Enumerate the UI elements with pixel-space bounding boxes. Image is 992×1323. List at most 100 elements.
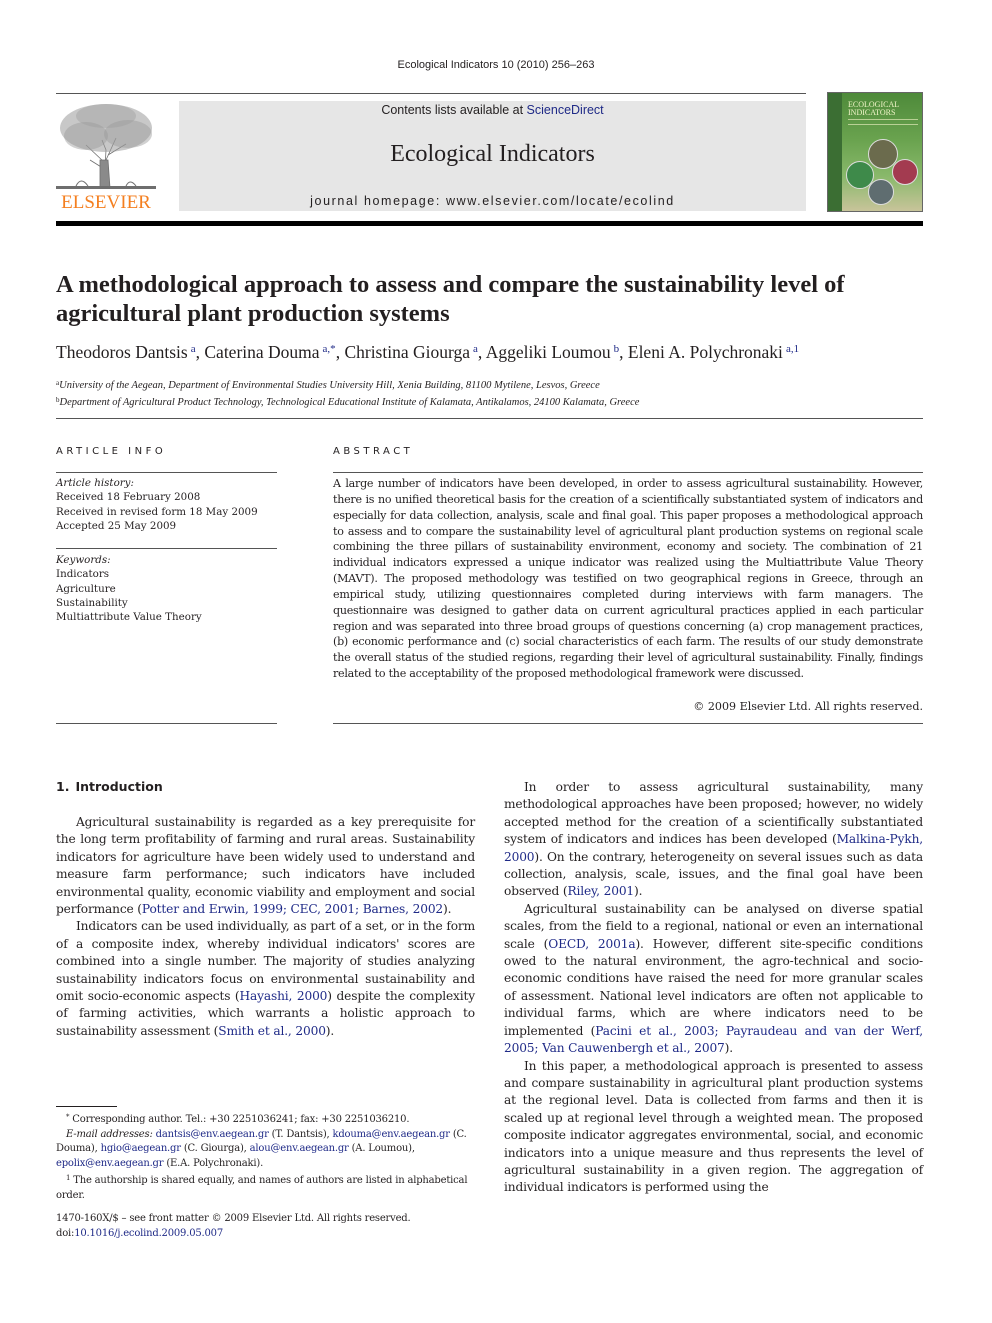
email-link[interactable]: dantsis@env.aegean.gr (156, 1129, 269, 1140)
email-link[interactable]: alou@env.aegean.gr (250, 1143, 349, 1154)
authorship-note: The authorship is shared equally, and na… (56, 1175, 468, 1201)
cover-title-line2: INDICATORS (848, 108, 896, 117)
journal-name: Ecological Indicators (390, 141, 595, 167)
citation-link[interactable]: Riley, 2001 (567, 884, 634, 898)
author-affiliation-mark[interactable]: a (473, 343, 478, 355)
paragraph-text: ). (724, 1041, 734, 1056)
divider (56, 472, 277, 473)
author-name: Christina Giourga (344, 342, 471, 362)
affiliations: aUniversity of the Aegean, Department of… (56, 376, 926, 410)
journal-masthead: Contents lists available at ScienceDirec… (179, 101, 806, 211)
article-title: A methodological approach to assess and … (56, 271, 845, 327)
section-heading-introduction: 1. Introduction (56, 779, 163, 794)
citation-link[interactable]: Hayashi, 2000 (240, 989, 328, 1003)
email-link[interactable]: kdouma@env.aegean.gr (333, 1129, 451, 1140)
doi-link[interactable]: 10.1016/j.ecolind.2009.05.007 (74, 1228, 223, 1239)
contents-prefix: Contents lists available at (381, 103, 527, 117)
affiliation-text: University of the Aegean, Department of … (59, 380, 600, 391)
header-thick-rule (56, 221, 923, 226)
elsevier-wordmark: ELSEVIER (61, 192, 151, 213)
history-revised: Received in revised form 18 May 2009 (56, 505, 258, 518)
paragraph-text: ). (634, 884, 643, 899)
author-affiliation-mark[interactable]: a (191, 343, 196, 355)
author-name: Aggeliki Loumou (485, 342, 611, 362)
email-label: E-mail addresses: (66, 1128, 153, 1140)
keyword: Multiattribute Value Theory (56, 611, 202, 624)
journal-homepage: journal homepage: www.elsevier.com/locat… (179, 194, 806, 208)
section-number: 1. (56, 779, 70, 794)
citation-link[interactable]: OECD, 2001a (548, 937, 635, 951)
doi-line: doi:10.1016/j.ecolind.2009.05.007 (56, 1227, 475, 1242)
article-history-label: Article history: (56, 477, 134, 489)
email-owner: (E.A. Polychronaki). (166, 1157, 264, 1169)
doi-prefix: doi: (56, 1227, 75, 1239)
footnote-emails: E-mail addresses: dantsis@env.aegean.gr … (56, 1128, 467, 1169)
footnote-mark: 1 (66, 1174, 71, 1182)
article-info-heading: ARTICLE INFO (56, 446, 167, 457)
article-history: Article history: Received 18 February 20… (56, 476, 277, 533)
cover-spine (828, 93, 842, 211)
author-affiliation-mark[interactable]: b (614, 343, 620, 355)
author-affiliation-mark[interactable]: a,* (323, 343, 336, 355)
abstract-text: A large number of indicators have been d… (333, 477, 923, 681)
author-list: Theodoros Dantsis a, Caterina Douma a,*, C… (56, 342, 800, 362)
elsevier-logo[interactable]: ELSEVIER (56, 100, 156, 214)
keyword: Sustainability (56, 596, 128, 609)
cover-subtitle (848, 119, 918, 125)
body-column-right: In order to assess agricultural sustaina… (504, 779, 923, 1197)
email-owner: (C. Giourga) (183, 1143, 244, 1154)
paragraph-text: ). (325, 1023, 335, 1038)
divider (333, 723, 923, 724)
keyword: Indicators (56, 568, 110, 581)
divider (333, 472, 923, 473)
body-paragraph: Agricultural sustainability is regarded … (56, 814, 475, 918)
abstract-copyright: © 2009 Elsevier Ltd. All rights reserved… (693, 700, 923, 713)
body-paragraph: In this paper, a methodological approach… (504, 1058, 923, 1197)
email-link[interactable]: epolix@env.aegean.gr (56, 1158, 164, 1169)
section-title: Introduction (75, 779, 163, 794)
keywords: Keywords: Indicators Agriculture Sustain… (56, 553, 277, 624)
email-owner: (A. Loumou) (351, 1143, 412, 1154)
paragraph-text: Agricultural sustainability is regarded … (56, 815, 475, 917)
body-column-left: Agricultural sustainability is regarded … (56, 814, 475, 1040)
elsevier-tree-icon (56, 104, 156, 189)
divider (56, 723, 277, 724)
affiliation: aUniversity of the Aegean, Department of… (56, 376, 926, 393)
cover-photo (892, 159, 918, 185)
cover-title: ECOLOGICAL INDICATORS (848, 101, 899, 117)
running-head: Ecological Indicators 10 (2010) 256–263 (397, 59, 595, 71)
history-received: Received 18 February 2008 (56, 491, 201, 504)
keywords-label: Keywords: (56, 554, 111, 566)
footnotes: * Corresponding author. Tel.: +30 225103… (56, 1110, 475, 1203)
email-owner: (T. Dantsis) (271, 1128, 327, 1140)
front-matter: 1470-160X/$ – see front matter © 2009 El… (56, 1212, 475, 1241)
sciencedirect-link[interactable]: ScienceDirect (527, 103, 604, 117)
corresponding-author-text: Corresponding author. Tel.: +30 22510362… (72, 1114, 410, 1125)
issn-line: 1470-160X/$ – see front matter © 2009 El… (56, 1213, 411, 1224)
email-link[interactable]: hgio@aegean.gr (101, 1143, 181, 1154)
body-paragraph: In order to assess agricultural sustaina… (504, 779, 923, 901)
header-rule (56, 93, 806, 94)
affiliation: bDepartment of Agricultural Product Tech… (56, 393, 926, 410)
paragraph-text: ). (443, 902, 452, 917)
citation-link[interactable]: Smith et al., 2000 (218, 1024, 326, 1038)
footnote-corresponding: * Corresponding author. Tel.: +30 225103… (56, 1110, 475, 1128)
abstract-heading: ABSTRACT (333, 446, 414, 457)
paragraph-text: ). However, different site-specific cond… (504, 936, 923, 1038)
footnote-mark: * (66, 1113, 70, 1121)
author-name: Caterina Douma (204, 342, 320, 362)
homepage-url[interactable]: www.elsevier.com/locate/ecolind (446, 194, 675, 208)
footnote-authorship: 1 The authorship is shared equally, and … (56, 1171, 475, 1203)
paragraph-text: In this paper, a methodological approach… (504, 1058, 923, 1195)
journal-cover-image[interactable]: ECOLOGICAL INDICATORS (827, 92, 923, 212)
divider (56, 418, 923, 419)
footnote-rule (56, 1106, 117, 1107)
author-affiliation-mark[interactable]: a,1 (786, 343, 799, 355)
history-accepted: Accepted 25 May 2009 (56, 519, 177, 532)
divider (56, 548, 277, 549)
cover-photo (868, 179, 894, 205)
contents-line: Contents lists available at ScienceDirec… (179, 103, 806, 117)
citation-link[interactable]: Potter and Erwin, 1999; CEC, 2001; Barne… (142, 902, 443, 916)
homepage-prefix: journal homepage: (310, 194, 446, 208)
author-name: Eleni A. Polychronaki (627, 342, 783, 362)
